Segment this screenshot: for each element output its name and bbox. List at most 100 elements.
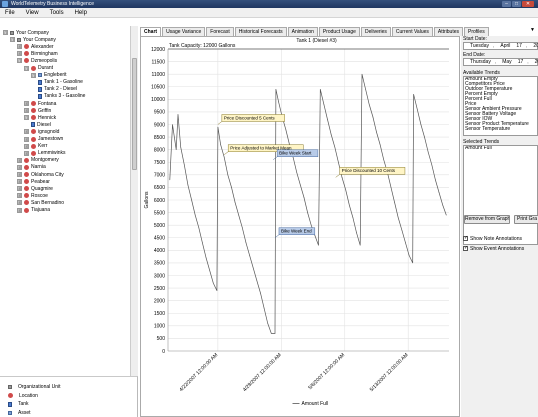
menu-bar: File View Tools Help <box>0 8 538 18</box>
expand-icon[interactable]: ⊞ <box>17 193 22 199</box>
collapse-icon[interactable]: ⊟ <box>3 30 8 35</box>
tab-historical-forecasts[interactable]: Historical Forecasts <box>234 27 287 36</box>
collapse-icon[interactable]: ⊟ <box>24 65 29 71</box>
tab-overflow-icon[interactable]: ▼ <box>530 27 535 33</box>
tab-chart[interactable]: Chart <box>140 27 162 36</box>
menu-help[interactable]: Help <box>75 10 87 16</box>
collapse-icon[interactable]: ⊟ <box>31 72 36 78</box>
tree-item-peabear[interactable]: ⊞ Peabear <box>17 178 50 185</box>
start-date-picker[interactable]: Tuesday , April 17 , 2007 <box>463 42 538 50</box>
window-controls: – □ ✕ <box>502 1 534 7</box>
tab-usage-variance[interactable]: Usage Variance <box>162 27 206 36</box>
expand-icon[interactable]: ⊞ <box>24 108 29 114</box>
chart-annotation[interactable]: Bike Week End <box>274 227 316 238</box>
collapse-icon[interactable]: ⊟ <box>24 115 29 121</box>
organization-tree[interactable]: ⊟ Your Company ⊟ Your Company ⊞ Alexander ⊞ Bir… <box>0 26 138 376</box>
tree-item-fontana[interactable]: ⊞ Fontana <box>24 100 56 107</box>
tree-scrollbar[interactable] <box>130 26 138 376</box>
chart-annotation[interactable]: Bike Week Start <box>272 149 319 160</box>
menu-tools[interactable]: Tools <box>50 10 64 16</box>
print-graph-button[interactable]: Print Gra <box>514 215 538 224</box>
tree-item-engleberit[interactable]: ⊟ Engleberit <box>31 72 67 79</box>
tree-item-ignsgnold[interactable]: ⊞ ignsgnold <box>24 128 59 135</box>
show-event-annotations-option[interactable]: ✓ Show Event Annotations <box>463 245 524 252</box>
expand-icon[interactable]: ⊞ <box>24 150 29 156</box>
expand-icon[interactable]: ⊞ <box>24 143 29 149</box>
expand-icon[interactable]: ⊞ <box>24 101 29 106</box>
close-button[interactable]: ✕ <box>522 1 534 7</box>
tab-forecast[interactable]: Forecast <box>206 27 234 36</box>
tab-attributes[interactable]: Attributes <box>433 27 464 36</box>
expand-icon[interactable]: ⊞ <box>17 157 22 163</box>
chart-annotation[interactable]: Price Discounted 5 Cents <box>217 114 285 125</box>
menu-view[interactable]: View <box>26 10 39 16</box>
collapse-icon[interactable]: ⊟ <box>10 37 15 43</box>
tree-item-roscoe[interactable]: ⊞ Roscoe <box>17 192 48 199</box>
tree-item-oklahoma-city[interactable]: ⊞ Oklahoma City <box>17 171 64 178</box>
trend-item-amount-full[interactable]: Amount Full <box>464 146 537 151</box>
tree-item-tanks-3-gasoline[interactable]: Tanks 3 - Gasoline <box>38 93 85 100</box>
series-point <box>356 232 357 234</box>
tree-item-tiajuana[interactable]: ⊞ Tiajuana <box>17 207 50 214</box>
tree-item-lemmiwinks[interactable]: ⊞ Lemmiwinks <box>24 150 66 157</box>
tree-item-your-company[interactable]: ⊟ Your Company <box>3 29 49 36</box>
expand-icon[interactable]: ⊞ <box>24 129 29 135</box>
expand-icon[interactable]: ⊞ <box>17 172 22 177</box>
tree-item-tank-2-diesel[interactable]: Tank 2 - Diesel <box>38 86 77 93</box>
menu-file[interactable]: File <box>5 10 15 16</box>
window-title: WorldTelemetry Business Intelligence <box>11 1 95 7</box>
y-axis-label: Gallons <box>144 191 150 208</box>
tab-animation[interactable]: Animation <box>287 27 318 36</box>
tree-item-narnia[interactable]: ⊞ Narnia <box>17 164 46 171</box>
maximize-button[interactable]: □ <box>512 1 521 7</box>
available-trends-list[interactable]: Amount Empty Competitors Price Outdoor Tem… <box>463 76 538 136</box>
end-date-picker[interactable]: Thursday , May 17 , 2007 <box>463 58 538 66</box>
tab-deliveries[interactable]: Deliveries <box>360 27 391 36</box>
show-note-annotations-option[interactable]: ✓ Show Note Annotations <box>463 235 522 242</box>
tree-item-kerr[interactable]: ⊞ Kerr <box>24 143 47 150</box>
expand-icon[interactable]: ⊞ <box>17 51 22 57</box>
tree-item-label: Peabear <box>31 178 50 185</box>
tab-profiles[interactable]: Profiles <box>464 27 489 36</box>
tank-level-chart: Tank 1 (Diesel #3) Tank Capacity: 12000 G… <box>144 38 449 407</box>
tree-item-quagmire[interactable]: ⊞ Quagmire <box>17 185 53 192</box>
tree-item-tank-1-gasoline[interactable]: Tank 1 - Gasoline <box>38 79 83 86</box>
minimize-button[interactable]: – <box>502 1 511 7</box>
tab-current-values[interactable]: Current Values <box>391 27 433 36</box>
expand-icon[interactable]: ⊞ <box>17 186 22 192</box>
y-tick-label: 11000 <box>151 72 165 78</box>
tree-item-montgomery[interactable]: ⊞ Montgomery <box>17 157 59 164</box>
tab-product-usage[interactable]: Product Usage <box>318 27 360 36</box>
collapse-icon[interactable]: ⊟ <box>17 58 22 64</box>
show-event-checkbox[interactable]: ✓ <box>463 246 468 251</box>
expand-icon[interactable]: ⊞ <box>17 179 22 185</box>
series-point <box>310 224 312 226</box>
series-point <box>205 257 207 259</box>
expand-icon[interactable]: ⊞ <box>17 164 22 170</box>
selected-trends-list[interactable]: Amount Full <box>463 145 538 245</box>
expand-icon[interactable]: ⊞ <box>24 136 29 142</box>
tree-item-griffin[interactable]: ⊞ Griffin <box>24 107 51 114</box>
tree-item-diesel[interactable]: Diesel <box>31 121 51 128</box>
legend-tank: Tank <box>8 400 29 408</box>
tree-item-alexander[interactable]: ⊞ Alexander <box>17 43 54 50</box>
series-point <box>372 116 374 118</box>
expand-icon[interactable]: ⊞ <box>17 207 22 213</box>
chart-annotation[interactable]: Price Discounted 10 Cents <box>335 167 406 178</box>
tree-item-dzmeopolis[interactable]: ⊟ Dzmeopolis <box>17 57 57 64</box>
expand-icon[interactable]: ⊞ <box>17 200 22 206</box>
tree-item-jamestown[interactable]: ⊞ Jamestown <box>24 136 63 143</box>
tree-item-birmingham[interactable]: ⊞ Birmingham <box>17 50 58 57</box>
series-point <box>191 199 192 201</box>
tree-item-durant[interactable]: ⊟ Durant <box>24 65 53 72</box>
show-note-checkbox[interactable]: ✓ <box>463 236 468 241</box>
legend-entry: Amount Full <box>302 401 329 407</box>
tree-scrollbar-thumb[interactable] <box>132 58 137 170</box>
tree-item-your-company[interactable]: ⊟ Your Company <box>10 36 56 43</box>
expand-icon[interactable]: ⊞ <box>17 44 22 50</box>
tree-item-san-bernadino[interactable]: ⊞ San Bernadino <box>17 199 64 206</box>
remove-from-graph-button[interactable]: Remove from Graph <box>464 215 510 224</box>
company-icon <box>8 385 12 389</box>
trend-item-sensor-temperature[interactable]: Sensor Temperature <box>464 127 537 132</box>
tree-item-hennick[interactable]: ⊟ Hennick <box>24 114 56 121</box>
